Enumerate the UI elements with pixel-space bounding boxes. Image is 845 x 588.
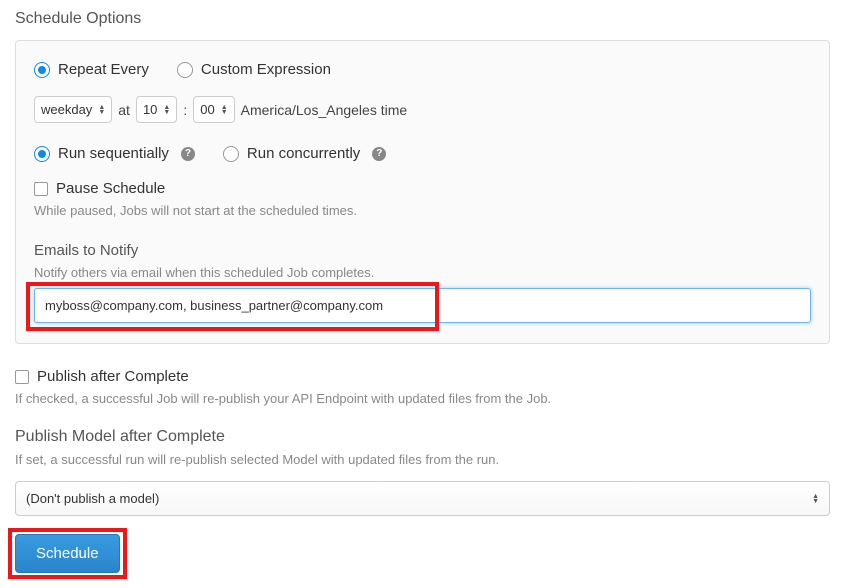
- emails-input-wrap: [34, 288, 811, 323]
- time-row: weekday ▲▼ at 10 ▲▼ : 00 ▲▼ America/Los_…: [34, 96, 811, 123]
- repeat-every-radio[interactable]: Repeat Every: [34, 61, 149, 78]
- colon: :: [183, 102, 187, 118]
- minute-select[interactable]: 00 ▲▼: [193, 96, 234, 123]
- emails-input[interactable]: [34, 288, 811, 323]
- select-arrows-icon: ▲▼: [812, 494, 819, 504]
- at-label: at: [118, 102, 130, 118]
- hour-select[interactable]: 10 ▲▼: [136, 96, 177, 123]
- run-concurrent-label: Run concurrently: [247, 145, 360, 162]
- help-icon[interactable]: ?: [181, 147, 195, 161]
- publish-after-label[interactable]: Publish after Complete: [37, 368, 189, 385]
- radio-icon: [34, 146, 50, 162]
- select-arrows-icon: ▲▼: [98, 105, 105, 115]
- pause-schedule-label[interactable]: Pause Schedule: [56, 180, 165, 197]
- section-title: Schedule Options: [15, 10, 830, 28]
- schedule-options-box: Repeat Every Custom Expression weekday ▲…: [15, 40, 830, 344]
- minute-select-value: 00: [200, 102, 214, 117]
- weekday-select[interactable]: weekday ▲▼: [34, 96, 112, 123]
- publish-after-hint: If checked, a successful Job will re-pub…: [15, 391, 830, 406]
- run-mode-group: Run sequentially ? Run concurrently ?: [34, 145, 386, 162]
- radio-icon: [223, 146, 239, 162]
- publish-model-select-value: (Don't publish a model): [26, 491, 159, 506]
- schedule-button[interactable]: Schedule: [15, 534, 120, 573]
- select-arrows-icon: ▲▼: [221, 105, 228, 115]
- help-icon[interactable]: ?: [372, 147, 386, 161]
- repeat-every-label: Repeat Every: [58, 61, 149, 78]
- radio-icon: [177, 62, 193, 78]
- publish-model-title: Publish Model after Complete: [15, 428, 830, 446]
- run-sequential-label: Run sequentially: [58, 145, 169, 162]
- publish-model-hint: If set, a successful run will re-publish…: [15, 452, 830, 467]
- pause-schedule-checkbox[interactable]: [34, 182, 48, 196]
- custom-expression-radio[interactable]: Custom Expression: [177, 61, 331, 78]
- radio-icon: [34, 62, 50, 78]
- publish-after-checkbox[interactable]: [15, 370, 29, 384]
- pause-schedule-hint: While paused, Jobs will not start at the…: [34, 203, 811, 218]
- custom-expression-label: Custom Expression: [201, 61, 331, 78]
- publish-after-row: Publish after Complete: [15, 368, 830, 385]
- timezone-label: America/Los_Angeles time: [241, 102, 408, 118]
- run-concurrent-radio[interactable]: Run concurrently ?: [223, 145, 386, 162]
- run-sequential-radio[interactable]: Run sequentially ?: [34, 145, 195, 162]
- pause-schedule-row: Pause Schedule: [34, 180, 811, 197]
- select-arrows-icon: ▲▼: [163, 105, 170, 115]
- weekday-select-value: weekday: [41, 102, 92, 117]
- publish-model-select[interactable]: (Don't publish a model) ▲▼: [15, 481, 830, 516]
- hour-select-value: 10: [143, 102, 157, 117]
- emails-title: Emails to Notify: [34, 242, 811, 259]
- emails-hint: Notify others via email when this schedu…: [34, 265, 811, 280]
- repeat-mode-group: Repeat Every Custom Expression: [34, 61, 331, 78]
